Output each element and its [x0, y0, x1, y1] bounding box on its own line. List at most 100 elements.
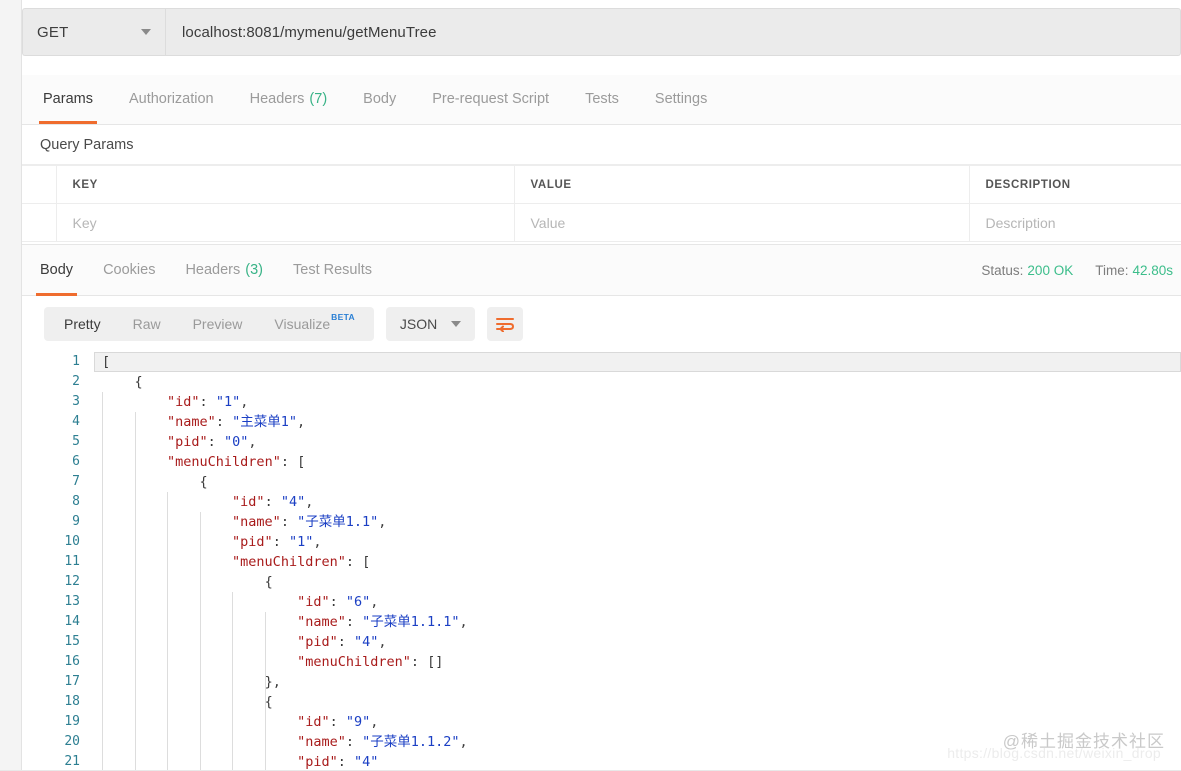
response-format-dropdown[interactable]: JSON: [385, 307, 476, 341]
code-token-p: {: [264, 694, 273, 710]
code-token-p: :: [329, 594, 346, 610]
code-line: 6 "menuChildren": [: [22, 452, 1181, 472]
tab-headers-count: (7): [309, 91, 328, 107]
code-token-p: ,: [240, 394, 249, 410]
postman-window: GET localhost:8081/mymenu/getMenuTree Pa…: [0, 0, 1181, 771]
value-input[interactable]: Value: [514, 203, 970, 242]
code-token-s: "子菜单1.1.2": [362, 734, 460, 750]
code-line: 14 "name": "子菜单1.1.1",: [22, 612, 1181, 632]
code-token-p: :: [207, 434, 224, 450]
time-label: Time:: [1095, 262, 1129, 278]
response-tab-headers-label: Headers: [185, 262, 241, 278]
response-tab-body[interactable]: Body: [25, 245, 88, 296]
code-token-s: "1": [288, 534, 314, 550]
code-token-p: ,: [248, 434, 257, 450]
http-method-dropdown[interactable]: GET: [22, 8, 165, 56]
code-token-p: :: [345, 614, 363, 630]
code-line-text: {: [94, 472, 1181, 492]
view-mode-raw[interactable]: Raw: [117, 307, 177, 341]
column-description: DESCRIPTION: [969, 165, 1181, 204]
left-edge-strip: [0, 0, 22, 771]
code-token-k: "id": [167, 394, 200, 410]
code-line: 2 {: [22, 372, 1181, 392]
view-mode-visualize[interactable]: Visualize BETA: [258, 307, 370, 341]
code-token-p: {: [264, 574, 273, 590]
view-mode-visualize-label: Visualize: [274, 316, 331, 332]
response-tab-cookies[interactable]: Cookies: [88, 245, 170, 296]
code-line-text: "menuChildren": [: [94, 552, 1181, 572]
code-token-p: ,: [378, 634, 387, 650]
code-token-p: :: [329, 714, 346, 730]
code-line: 15 "pid": "4",: [22, 632, 1181, 652]
code-token-p: :: [345, 734, 363, 750]
line-number: 4: [72, 414, 80, 429]
code-token-s: "0": [223, 434, 249, 450]
tab-headers[interactable]: Headers (7): [232, 74, 346, 124]
code-token-k: "name": [167, 414, 216, 430]
code-token-p: :: [199, 394, 216, 410]
code-token-p: : [: [345, 554, 371, 570]
tab-tests-label: Tests: [585, 91, 619, 107]
code-token-k: "id": [232, 494, 265, 510]
code-token-p: ,: [370, 594, 379, 610]
tab-authorization-label: Authorization: [128, 91, 214, 107]
line-number: 21: [64, 754, 80, 769]
request-response-panel: GET localhost:8081/mymenu/getMenuTree Pa…: [22, 0, 1181, 771]
tab-params-label: Params: [43, 91, 93, 107]
tab-tests[interactable]: Tests: [567, 74, 637, 124]
code-token-p: : []: [410, 654, 444, 670]
code-token-p: ,: [370, 714, 379, 730]
code-token-s: "4": [353, 754, 379, 770]
code-line-text: "name": "主菜单1",: [94, 412, 1181, 432]
line-number: 9: [72, 514, 80, 529]
response-tab-cookies-label: Cookies: [103, 262, 156, 278]
tab-settings-label: Settings: [654, 91, 708, 107]
code-token-p: ,: [459, 614, 468, 630]
tab-authorization[interactable]: Authorization: [111, 74, 232, 124]
line-number: 1: [72, 354, 80, 369]
response-tab-test-results[interactable]: Test Results: [278, 245, 387, 296]
line-number: 10: [64, 534, 80, 549]
code-token-p: ,: [459, 734, 468, 750]
query-params-table: KEY VALUE DESCRIPTION Key Value Descript…: [22, 165, 1181, 242]
code-token-k: "pid": [167, 434, 208, 450]
request-url-input[interactable]: localhost:8081/mymenu/getMenuTree: [165, 8, 1181, 56]
line-number: 7: [72, 474, 80, 489]
response-tab-headers[interactable]: Headers (3): [170, 245, 278, 296]
code-token-s: "6": [345, 594, 371, 610]
code-token-s: "主菜单1": [232, 414, 297, 430]
code-token-k: "menuChildren": [232, 554, 346, 570]
code-token-k: "pid": [297, 634, 338, 650]
description-input[interactable]: Description: [969, 203, 1181, 242]
tab-settings[interactable]: Settings: [637, 74, 725, 124]
view-mode-preview[interactable]: Preview: [177, 307, 259, 341]
code-line: 17 },: [22, 672, 1181, 692]
response-body-code[interactable]: 1[2 {3 "id": "1", 4 "name": "主菜单1", 5 "pid…: [22, 352, 1181, 771]
code-line-text: "id": "4",: [94, 492, 1181, 512]
chevron-down-icon: [141, 29, 151, 35]
code-line-text: {: [94, 372, 1181, 392]
code-token-p: :: [272, 534, 289, 550]
line-number: 17: [64, 674, 80, 689]
response-tab-test-results-label: Test Results: [293, 262, 372, 278]
view-mode-pretty-label: Pretty: [64, 316, 101, 332]
code-line-text: "menuChildren": [: [94, 452, 1181, 472]
wrap-text-icon: [496, 317, 515, 332]
view-mode-pretty[interactable]: Pretty: [48, 307, 117, 341]
tab-pre-request-script[interactable]: Pre-request Script: [414, 74, 567, 124]
tab-params[interactable]: Params: [25, 74, 111, 124]
code-line-text: "id": "1",: [94, 392, 1181, 412]
column-checkbox: [22, 165, 57, 204]
row-checkbox-cell[interactable]: [22, 203, 57, 242]
url-bar: GET localhost:8081/mymenu/getMenuTree: [22, 8, 1181, 56]
status-label: Status:: [981, 262, 1024, 278]
line-number: 8: [72, 494, 80, 509]
wrap-text-button[interactable]: [487, 307, 524, 341]
code-token-k: "pid": [297, 754, 338, 770]
code-token-p: {: [134, 374, 143, 390]
tab-pre-request-script-label: Pre-request Script: [432, 91, 550, 107]
code-token-p: :: [264, 494, 281, 510]
key-input[interactable]: Key: [56, 203, 515, 242]
status-value: 200 OK: [1027, 262, 1074, 278]
tab-body[interactable]: Body: [345, 74, 414, 124]
